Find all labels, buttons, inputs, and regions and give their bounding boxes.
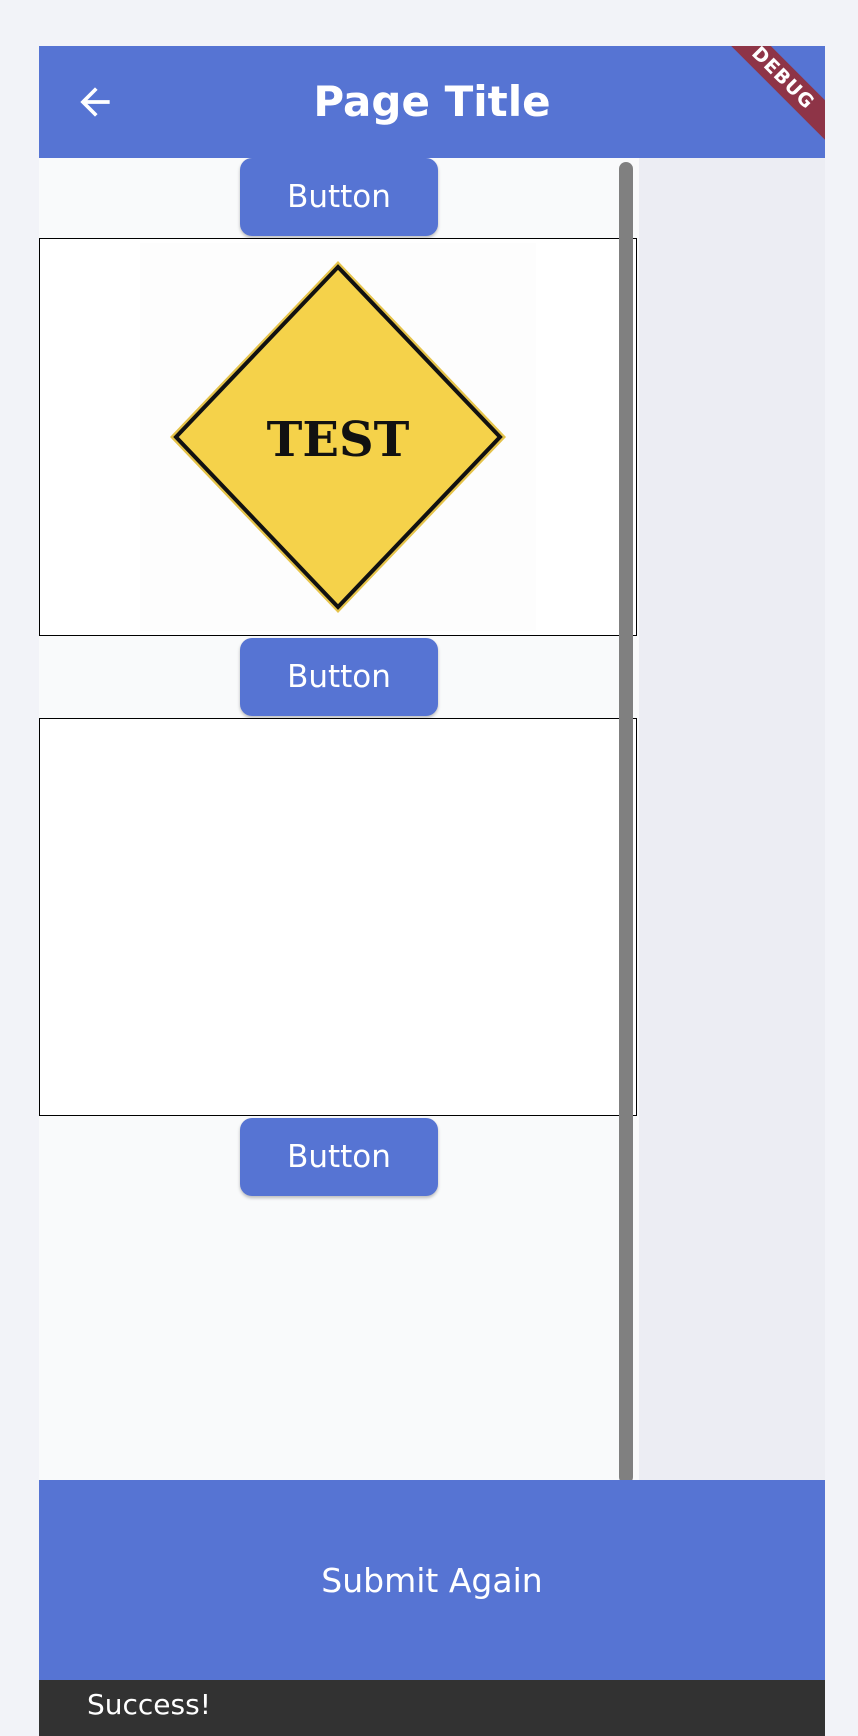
app-screen: Page Title DEBUG Button TEST Button Butt…: [39, 46, 825, 1736]
button-2[interactable]: Button: [240, 638, 438, 716]
submit-again-button[interactable]: Submit Again: [39, 1480, 825, 1680]
button-3[interactable]: Button: [240, 1118, 438, 1196]
snackbar: Success!: [39, 1680, 825, 1736]
submit-again-label: Submit Again: [321, 1560, 543, 1600]
snackbar-message: Success!: [87, 1688, 211, 1721]
app-bar: Page Title DEBUG: [39, 46, 825, 158]
page-title: Page Title: [313, 77, 551, 126]
test-sign-image: TEST: [140, 243, 536, 631]
sign-text: TEST: [267, 412, 410, 468]
button-1[interactable]: Button: [240, 158, 438, 236]
scroll-view[interactable]: Button TEST Button Button: [39, 158, 639, 1480]
empty-image-container: [39, 718, 637, 1116]
scrollbar-thumb[interactable]: [619, 162, 633, 1480]
image-container: TEST: [39, 238, 637, 636]
